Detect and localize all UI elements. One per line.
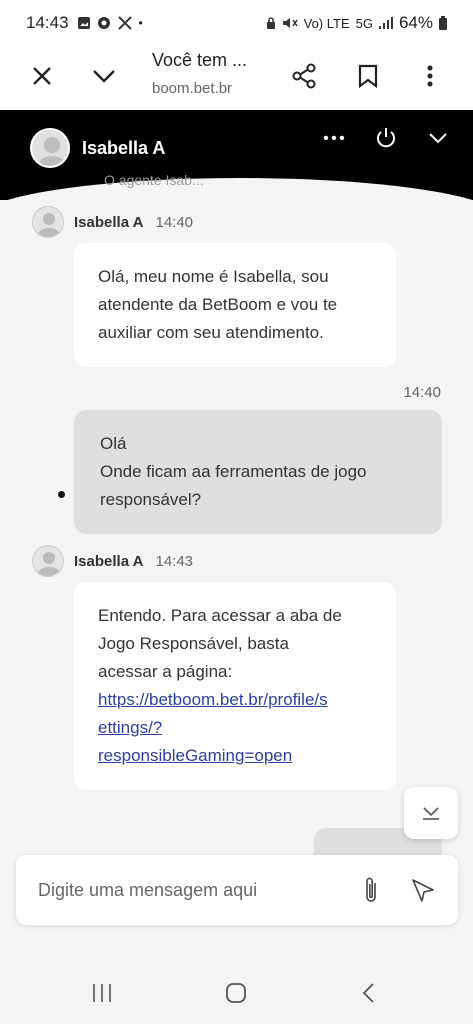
back-button[interactable] bbox=[348, 976, 388, 1010]
mute-icon bbox=[282, 18, 298, 28]
close-icon bbox=[33, 67, 51, 85]
message-meta: Isabella A 14:40 bbox=[32, 206, 193, 238]
message-time: 14:40 bbox=[403, 384, 441, 401]
menu-button[interactable] bbox=[408, 54, 452, 98]
message-meta: Isabella A 14:43 bbox=[32, 545, 193, 577]
settings-link[interactable]: https://betboom.bet.br/profile/s bbox=[98, 686, 372, 714]
system-nav-bar bbox=[0, 962, 473, 1024]
message-time: 14:40 bbox=[155, 213, 194, 231]
battery-percent: 64% bbox=[398, 13, 433, 32]
page-title: Você tem ... bbox=[152, 50, 248, 70]
message-line: atendente da BetBoom e vou te bbox=[98, 295, 338, 314]
more-vert-icon bbox=[427, 65, 433, 87]
chrome-icon bbox=[97, 17, 110, 29]
system-message: O agente Isab... bbox=[104, 172, 204, 188]
message-line: Jogo Responsável, basta bbox=[98, 634, 289, 653]
battery-icon bbox=[439, 16, 447, 30]
status-bar: 14:43 • Vo) LTE 5G 64% bbox=[0, 0, 473, 46]
chevron-down-icon bbox=[93, 70, 115, 83]
home-icon bbox=[226, 983, 246, 1003]
lock-icon bbox=[266, 17, 275, 29]
chevron-down-icon bbox=[429, 133, 447, 144]
settings-link[interactable]: responsibleGaming=open bbox=[98, 742, 372, 770]
send-icon bbox=[412, 879, 434, 902]
share-button[interactable] bbox=[282, 54, 326, 98]
message-line: Onde ficam aa ferramentas de jogo bbox=[100, 462, 367, 481]
message-line: Entendo. Para acessar a aba de bbox=[98, 606, 342, 625]
message-line: Olá, meu nome é Isabella, sou bbox=[98, 267, 329, 286]
settings-link[interactable]: ettings/? bbox=[98, 714, 372, 742]
bookmark-button[interactable] bbox=[346, 54, 390, 98]
recent-apps-icon bbox=[93, 984, 111, 1002]
scroll-to-bottom-button[interactable] bbox=[404, 787, 458, 839]
message-line: Olá bbox=[100, 434, 127, 453]
header-curve bbox=[0, 178, 473, 200]
home-button[interactable] bbox=[216, 976, 256, 1010]
avatar-icon bbox=[36, 213, 62, 237]
message-input[interactable] bbox=[38, 875, 358, 905]
paperclip-icon bbox=[366, 877, 376, 902]
close-button[interactable] bbox=[20, 54, 64, 98]
expand-button[interactable] bbox=[82, 54, 126, 98]
power-icon bbox=[377, 128, 395, 148]
recent-apps-button[interactable] bbox=[82, 976, 122, 1010]
notification-icons: • bbox=[77, 15, 143, 31]
agent-avatar bbox=[30, 128, 70, 168]
outgoing-message: Olá Onde ficam aa ferramentas de jogo re… bbox=[74, 410, 442, 534]
incoming-message: Entendo. Para acessar a aba de Jogo Resp… bbox=[74, 582, 396, 790]
signal-icon bbox=[378, 17, 393, 29]
end-chat-button[interactable] bbox=[366, 118, 406, 158]
message-composer bbox=[16, 855, 458, 925]
volte-label: Vo) LTE bbox=[303, 15, 350, 31]
message-time: 14:43 bbox=[155, 552, 194, 570]
attach-button[interactable] bbox=[354, 873, 388, 907]
network-label: 5G bbox=[355, 15, 373, 31]
share-icon bbox=[292, 63, 316, 89]
avatar-icon bbox=[36, 552, 62, 576]
status-time: 14:43 bbox=[26, 13, 69, 32]
message-line: auxiliar com seu atendimento. bbox=[98, 323, 324, 342]
message-status-dot bbox=[58, 491, 65, 498]
avatar-icon bbox=[37, 137, 67, 166]
gallery-icon bbox=[77, 17, 90, 29]
page-url[interactable]: boom.bet.br bbox=[152, 80, 232, 97]
browser-bar: Você tem ... boom.bet.br bbox=[0, 46, 473, 110]
bookmark-icon bbox=[358, 64, 378, 88]
message-line: acessar a página: bbox=[98, 662, 233, 681]
more-notifications-icon: • bbox=[138, 16, 143, 30]
sender-avatar bbox=[32, 545, 64, 577]
chat-header: Isabella A bbox=[0, 110, 473, 200]
agent-name: Isabella A bbox=[82, 138, 166, 158]
x-icon bbox=[117, 16, 132, 30]
sender-name: Isabella A bbox=[74, 552, 144, 570]
chevron-down-icon bbox=[423, 807, 439, 820]
chat-options-button[interactable] bbox=[314, 118, 354, 158]
message-line: responsável? bbox=[100, 490, 202, 509]
sender-name: Isabella A bbox=[74, 213, 144, 231]
send-button[interactable] bbox=[406, 873, 440, 907]
status-right: Vo) LTE 5G 64% bbox=[266, 13, 447, 33]
minimize-chat-button[interactable] bbox=[418, 118, 458, 158]
sender-avatar bbox=[32, 206, 64, 238]
more-horiz-icon bbox=[323, 135, 345, 141]
back-icon bbox=[362, 983, 374, 1003]
incoming-message: Olá, meu nome é Isabella, sou atendente … bbox=[74, 243, 396, 367]
